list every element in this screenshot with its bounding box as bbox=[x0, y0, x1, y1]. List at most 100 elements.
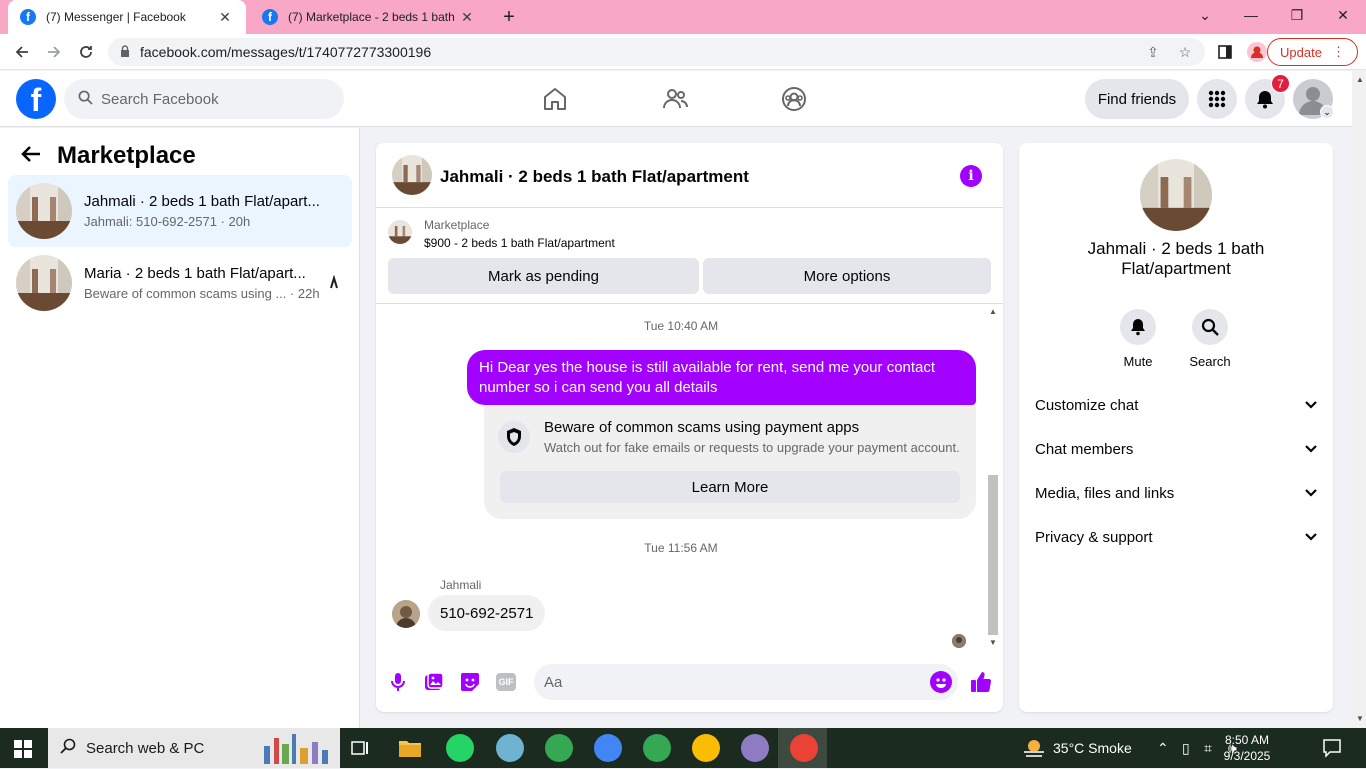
close-window-button[interactable]: ✕ bbox=[1320, 0, 1366, 30]
chrome-icon[interactable] bbox=[594, 734, 622, 762]
listing-avatar bbox=[16, 183, 72, 239]
tab-marketplace[interactable]: f (7) Marketplace - 2 beds 1 bath F ✕ bbox=[250, 0, 488, 34]
privacy-support-row[interactable]: Privacy & support bbox=[1035, 517, 1317, 557]
friends-icon[interactable] bbox=[661, 85, 689, 113]
find-friends-button[interactable]: Find friends bbox=[1085, 79, 1189, 119]
customize-chat-row[interactable]: Customize chat bbox=[1035, 385, 1317, 425]
weather-icon[interactable] bbox=[1022, 736, 1046, 765]
network-icon[interactable]: ⌗ bbox=[1204, 728, 1212, 768]
conversation-item-maria[interactable]: Maria · 2 beds 1 bath Flat/apart... Bewa… bbox=[8, 247, 352, 319]
notifications-center-icon[interactable] bbox=[1322, 738, 1342, 763]
back-arrow-icon[interactable] bbox=[20, 144, 42, 170]
reload-button[interactable] bbox=[72, 38, 100, 66]
scroll-down-arrow-icon[interactable]: ▼ bbox=[989, 638, 997, 647]
whatsapp-icon[interactable] bbox=[446, 734, 474, 762]
chat-header: Jahmali · 2 beds 1 bath Flat/apartment i bbox=[376, 143, 1003, 208]
scam-warning-title: Beware of common scams using payment app… bbox=[544, 419, 860, 436]
update-button[interactable]: Update ⋮ bbox=[1267, 38, 1358, 66]
page-scrollbar[interactable]: ▲ ▼ bbox=[1352, 71, 1366, 728]
close-icon[interactable]: ✕ bbox=[458, 9, 476, 26]
account-chevron-down-icon[interactable]: ⌄ bbox=[1320, 105, 1334, 119]
mute-button[interactable]: Mute bbox=[1108, 309, 1168, 369]
forward-button[interactable] bbox=[40, 38, 68, 66]
windows-start-icon[interactable] bbox=[14, 740, 32, 758]
sticker-icon[interactable] bbox=[458, 670, 482, 694]
back-button[interactable] bbox=[8, 38, 36, 66]
chat-scrollbar[interactable]: ▲ ▼ bbox=[986, 305, 1000, 650]
conversation-name: Jahmali · 2 beds 1 bath Flat/apart... bbox=[84, 193, 320, 210]
learn-more-button[interactable]: Learn More bbox=[500, 471, 960, 503]
listing-price[interactable]: $900 - 2 beds 1 bath Flat/apartment bbox=[424, 236, 615, 250]
message-composer: GIF bbox=[376, 658, 1003, 706]
browser-tab-strip: f (7) Messenger | Facebook ✕ f (7) Marke… bbox=[0, 0, 1366, 34]
chat-members-row[interactable]: Chat members bbox=[1035, 429, 1317, 469]
chat-panel: Jahmali · 2 beds 1 bath Flat/apartment i… bbox=[376, 143, 1003, 712]
lock-icon[interactable] bbox=[120, 44, 130, 60]
incoming-message[interactable]: 510-692-2571 bbox=[428, 595, 546, 631]
taskbar-search[interactable]: Search web & PC bbox=[48, 728, 340, 768]
groups-icon[interactable] bbox=[780, 85, 808, 113]
listing-thumbnail[interactable] bbox=[388, 220, 412, 244]
scroll-up-arrow-icon[interactable]: ▲ bbox=[1356, 75, 1364, 84]
scroll-up-arrow-icon[interactable]: ▲ bbox=[989, 307, 997, 316]
device-icon[interactable]: ▯ bbox=[1182, 728, 1190, 768]
details-avatar[interactable] bbox=[1140, 159, 1212, 231]
more-options-button[interactable]: More options bbox=[703, 258, 991, 294]
close-icon[interactable]: ✕ bbox=[216, 9, 234, 26]
sidebar-title: Marketplace bbox=[57, 142, 196, 169]
chrome-icon bbox=[790, 734, 818, 762]
chat-details-panel: Jahmali · 2 beds 1 bath Flat/apartment M… bbox=[1019, 143, 1333, 712]
file-explorer-icon[interactable] bbox=[398, 737, 422, 764]
side-panel-icon[interactable] bbox=[1212, 38, 1238, 66]
chrome-icon[interactable] bbox=[741, 734, 769, 762]
chat-title[interactable]: Jahmali · 2 beds 1 bath Flat/apartment bbox=[440, 167, 749, 187]
tab-messenger[interactable]: f (7) Messenger | Facebook ✕ bbox=[8, 0, 246, 34]
browser-toolbar: facebook.com/messages/t/1740772773300196… bbox=[0, 34, 1366, 70]
chat-avatar[interactable] bbox=[392, 155, 432, 195]
media-files-links-row[interactable]: Media, files and links bbox=[1035, 473, 1317, 513]
address-bar[interactable]: facebook.com/messages/t/1740772773300196 bbox=[108, 38, 1205, 66]
emoji-icon[interactable] bbox=[930, 671, 952, 693]
chevron-down-icon bbox=[1305, 530, 1317, 544]
conversation-name: Maria · 2 beds 1 bath Flat/apart... bbox=[84, 265, 306, 282]
task-view-icon[interactable] bbox=[350, 738, 370, 763]
weather-text[interactable]: 35°C Smoke bbox=[1053, 728, 1132, 768]
bookmark-star-icon[interactable]: ☆ bbox=[1172, 38, 1198, 66]
scrollbar-thumb[interactable] bbox=[988, 475, 998, 635]
taskbar-clock[interactable]: 8:50 AM 9/3/2025 bbox=[1222, 732, 1272, 764]
minimize-button[interactable]: — bbox=[1228, 0, 1274, 30]
facebook-logo-icon[interactable]: f bbox=[16, 79, 56, 119]
new-tab-button[interactable]: + bbox=[496, 4, 522, 30]
restore-button[interactable]: ❐ bbox=[1274, 0, 1320, 30]
chrome-icon[interactable] bbox=[692, 734, 720, 762]
search-conversation-button[interactable]: Search bbox=[1180, 309, 1240, 369]
sender-avatar[interactable] bbox=[392, 600, 420, 628]
outgoing-message[interactable]: Hi Dear yes the house is still available… bbox=[467, 350, 976, 405]
clock-date: 9/3/2025 bbox=[1223, 749, 1271, 763]
message-timestamp: Tue 11:56 AM bbox=[644, 541, 718, 555]
url-text: facebook.com/messages/t/1740772773300196 bbox=[140, 44, 432, 60]
search-icon bbox=[60, 738, 76, 759]
share-icon[interactable]: ⇪ bbox=[1140, 38, 1166, 66]
chrome-icon[interactable] bbox=[643, 734, 671, 762]
menu-grid-icon[interactable] bbox=[1197, 79, 1237, 119]
facebook-search[interactable] bbox=[64, 79, 344, 119]
app-icon[interactable] bbox=[496, 734, 524, 762]
mark-as-pending-button[interactable]: Mark as pending bbox=[388, 258, 699, 294]
active-app-highlight[interactable] bbox=[778, 728, 827, 768]
search-input[interactable] bbox=[101, 90, 321, 108]
photo-icon[interactable] bbox=[422, 670, 446, 694]
home-icon[interactable] bbox=[541, 85, 569, 113]
microphone-icon[interactable] bbox=[386, 670, 410, 694]
show-hidden-icons-chevron-icon[interactable]: ⌃ bbox=[1157, 728, 1169, 768]
info-icon[interactable]: i bbox=[960, 165, 982, 187]
gif-icon[interactable]: GIF bbox=[494, 670, 518, 694]
message-input[interactable] bbox=[544, 673, 924, 691]
scroll-down-arrow-icon[interactable]: ▼ bbox=[1356, 714, 1364, 723]
tab-search-chevron-icon[interactable]: ⌄ bbox=[1182, 0, 1228, 30]
conversation-item-jahmali[interactable]: Jahmali · 2 beds 1 bath Flat/apart... Ja… bbox=[8, 175, 352, 247]
chrome-icon[interactable] bbox=[545, 734, 573, 762]
search-icon bbox=[78, 90, 93, 109]
message-input-field[interactable] bbox=[534, 664, 958, 700]
thumbs-up-icon[interactable] bbox=[969, 670, 993, 694]
